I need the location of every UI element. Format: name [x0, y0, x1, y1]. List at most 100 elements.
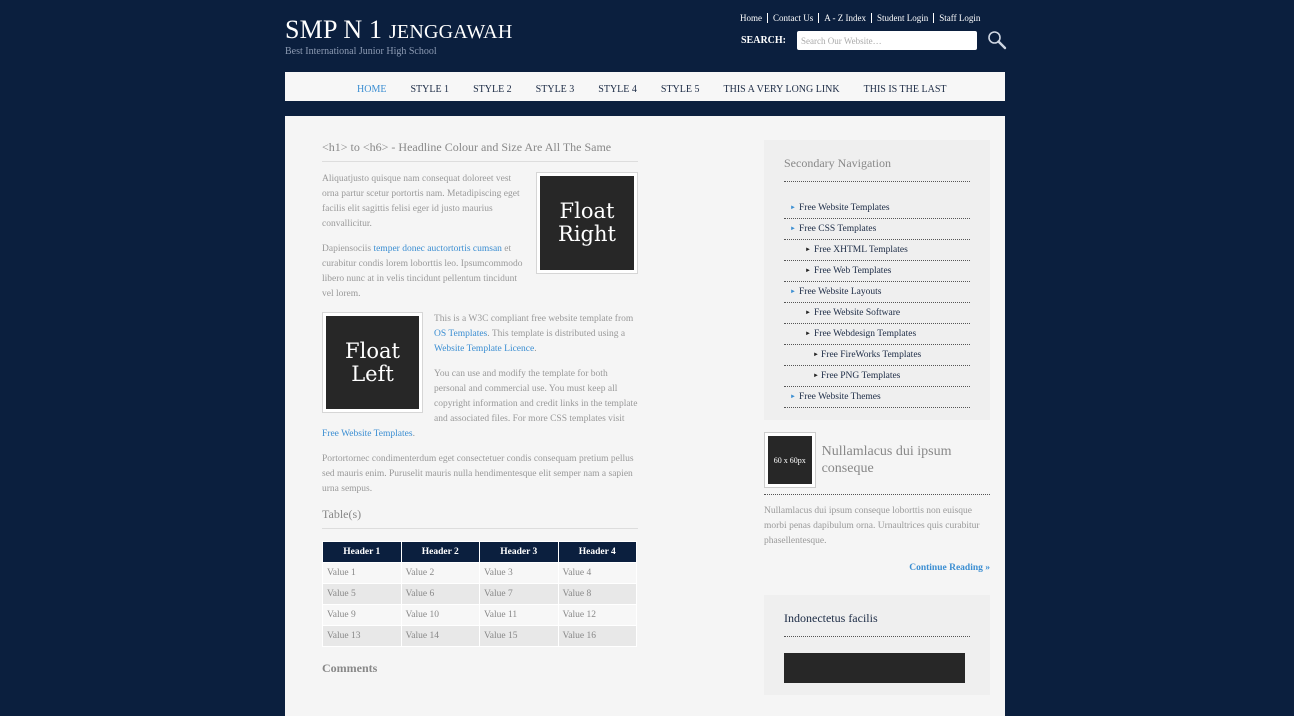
nav-item-style-4: Style 4 — [592, 77, 643, 96]
table-cell: Value 10 — [400, 604, 480, 626]
table-cell: Value 12 — [557, 604, 637, 626]
table-header: Header 2 — [400, 541, 480, 563]
secondary-nav-link[interactable]: Free Webdesign Templates — [814, 329, 916, 339]
secondary-nav-item: ► Free Website Themes — [784, 387, 970, 408]
featured-more: Continue Reading » — [764, 557, 990, 575]
arrow-right-icon: ► — [805, 247, 811, 253]
secondary-nav-link[interactable]: Free Website Layouts — [799, 287, 881, 297]
toplink-student-login[interactable]: Student Login — [871, 13, 933, 23]
site-header: SMP N 1 Jenggawah Best International Jun… — [285, 0, 1007, 72]
toplink-contact[interactable]: Contact Us — [767, 13, 818, 23]
nav-link-style-4[interactable]: Style 4 — [592, 84, 643, 95]
float-left-image-text: Float Left — [326, 316, 419, 409]
toplink-staff-login[interactable]: Staff Login — [933, 13, 985, 23]
nav-item-style-2: Style 2 — [467, 77, 518, 96]
paragraph-3-text: This is a W3C compliant free website tem… — [434, 314, 634, 324]
sidebar-box-3: Indonectetus facilis — [764, 595, 990, 695]
secondary-nav-link[interactable]: Free Website Themes — [799, 392, 881, 402]
arrow-right-icon: ► — [813, 352, 819, 358]
nav-item-long-link: This A Very Long Link — [718, 77, 846, 96]
sidebar-box-3-title: Indonectetus facilis — [784, 611, 970, 637]
search-input[interactable] — [797, 31, 977, 50]
secondary-nav-item: ► Free CSS Templates — [784, 219, 970, 240]
arrow-right-icon: ► — [790, 205, 796, 211]
top-links: Home Contact Us A - Z Index Student Logi… — [735, 13, 985, 23]
secondary-nav-item: ► Free PNG Templates — [784, 366, 970, 387]
table-cell: Value 8 — [557, 583, 637, 605]
toplink-a-z-index[interactable]: A - Z Index — [818, 13, 871, 23]
nav-link-style-2[interactable]: Style 2 — [467, 84, 518, 95]
nav-link-last[interactable]: This Is The Last — [858, 84, 953, 95]
featured-article: 60 x 60px Nullamlacus dui ipsum conseque… — [764, 432, 990, 575]
table-header: Header 3 — [479, 541, 559, 563]
secondary-nav-link[interactable]: Free XHTML Templates — [814, 245, 908, 255]
table-cell: Value 9 — [322, 604, 402, 626]
paragraph-5: Portortornec condimenterdum eget consect… — [322, 454, 634, 494]
table-header: Header 1 — [322, 541, 402, 563]
secondary-nav-link[interactable]: Free CSS Templates — [799, 224, 876, 234]
nav-item-home: Home — [351, 77, 392, 96]
paragraph-4-text: You can use and modify the template for … — [434, 369, 638, 424]
os-templates-link[interactable]: OS Templates — [434, 329, 487, 339]
content-heading: <h1> to <h6> - Headline Colour and Size … — [322, 140, 638, 162]
page-container: <h1> to <h6> - Headline Colour and Size … — [285, 116, 1005, 716]
data-table: Header 1 Header 2 Header 3 Header 4 Valu… — [322, 541, 637, 647]
table-cell: Value 2 — [400, 562, 480, 584]
free-website-templates-link[interactable]: Free Website Templates — [322, 429, 413, 439]
secondary-nav-list: ► Free Website Templates ► Free CSS Templa… — [784, 198, 970, 408]
secondary-nav-box: Secondary Navigation ► Free Website Templ… — [764, 140, 990, 420]
sidebar-box-3-image — [784, 653, 965, 683]
table-cell: Value 14 — [400, 625, 480, 647]
table-cell: Value 7 — [479, 583, 559, 605]
arrow-right-icon: ► — [790, 226, 796, 232]
secondary-nav-item: ► Free XHTML Templates — [784, 240, 970, 261]
secondary-nav-link[interactable]: Free Web Templates — [814, 266, 891, 276]
secondary-nav-link[interactable]: Free Website Software — [814, 308, 900, 318]
nav-item-style-5: Style 5 — [655, 77, 706, 96]
table-cell: Value 1 — [322, 562, 402, 584]
secondary-nav-link[interactable]: Free Website Templates — [799, 203, 890, 213]
secondary-nav-title: Secondary Navigation — [784, 156, 970, 182]
table-row: Value 9 Value 10 Value 11 Value 12 — [322, 604, 637, 626]
nav-link-style-3[interactable]: Style 3 — [530, 84, 581, 95]
paragraph-3-text-end: . — [534, 344, 537, 354]
licence-link[interactable]: Website Template Licence — [434, 344, 534, 354]
toplink-home[interactable]: Home — [735, 13, 767, 23]
paragraph-3-text-mid: . This template is distributed using a — [487, 329, 626, 339]
table-cell: Value 11 — [479, 604, 559, 626]
search-icon[interactable] — [987, 30, 1007, 50]
nav-link-style-1[interactable]: Style 1 — [404, 84, 455, 95]
arrow-right-icon: ► — [790, 394, 796, 400]
site-title[interactable]: SMP N 1 Jenggawah — [285, 15, 512, 45]
secondary-nav-item: ► Free Webdesign Templates — [784, 324, 970, 345]
nav-link-long-link[interactable]: This A Very Long Link — [718, 84, 846, 95]
site-tagline: Best International Junior High School — [285, 46, 437, 57]
nav-link-style-5[interactable]: Style 5 — [655, 84, 706, 95]
table-cell: Value 4 — [557, 562, 637, 584]
main-nav: Home Style 1 Style 2 Style 3 Style 4 Sty… — [285, 72, 1005, 101]
arrow-right-icon: ► — [813, 373, 819, 379]
table-cell: Value 15 — [479, 625, 559, 647]
secondary-nav-link[interactable]: Free PNG Templates — [821, 371, 900, 381]
secondary-nav-link[interactable]: Free FireWorks Templates — [821, 350, 921, 360]
comments-heading: Comments — [322, 661, 378, 675]
featured-thumbnail[interactable]: 60 x 60px — [764, 432, 816, 488]
float-right-image-text: Float Right — [540, 176, 634, 270]
paragraph-2-text: Dapiensociis — [322, 244, 374, 254]
table-cell: Value 6 — [400, 583, 480, 605]
table-heading: Table(s) — [322, 507, 638, 529]
table-row: Value 13 Value 14 Value 15 Value 16 — [322, 625, 637, 647]
table-cell: Value 13 — [322, 625, 402, 647]
table-row: Value 1 Value 2 Value 3 Value 4 — [322, 562, 637, 584]
featured-header: 60 x 60px Nullamlacus dui ipsum conseque — [764, 432, 990, 495]
continue-reading-link[interactable]: Continue Reading » — [909, 563, 990, 573]
site-title-smallcaps: Jenggawah — [388, 21, 513, 43]
main-content: <h1> to <h6> - Headline Colour and Size … — [322, 140, 638, 676]
sidebar: Secondary Navigation ► Free Website Templ… — [764, 140, 990, 695]
search-label: SEARCH: — [741, 35, 787, 46]
nav-link-home[interactable]: Home — [351, 84, 392, 95]
float-right-image: Float Right — [536, 172, 638, 274]
paragraph-2-link[interactable]: temper donec auctortortis cumsan — [373, 244, 501, 254]
table-row: Value 5 Value 6 Value 7 Value 8 — [322, 583, 637, 605]
table-header: Header 4 — [557, 541, 637, 563]
